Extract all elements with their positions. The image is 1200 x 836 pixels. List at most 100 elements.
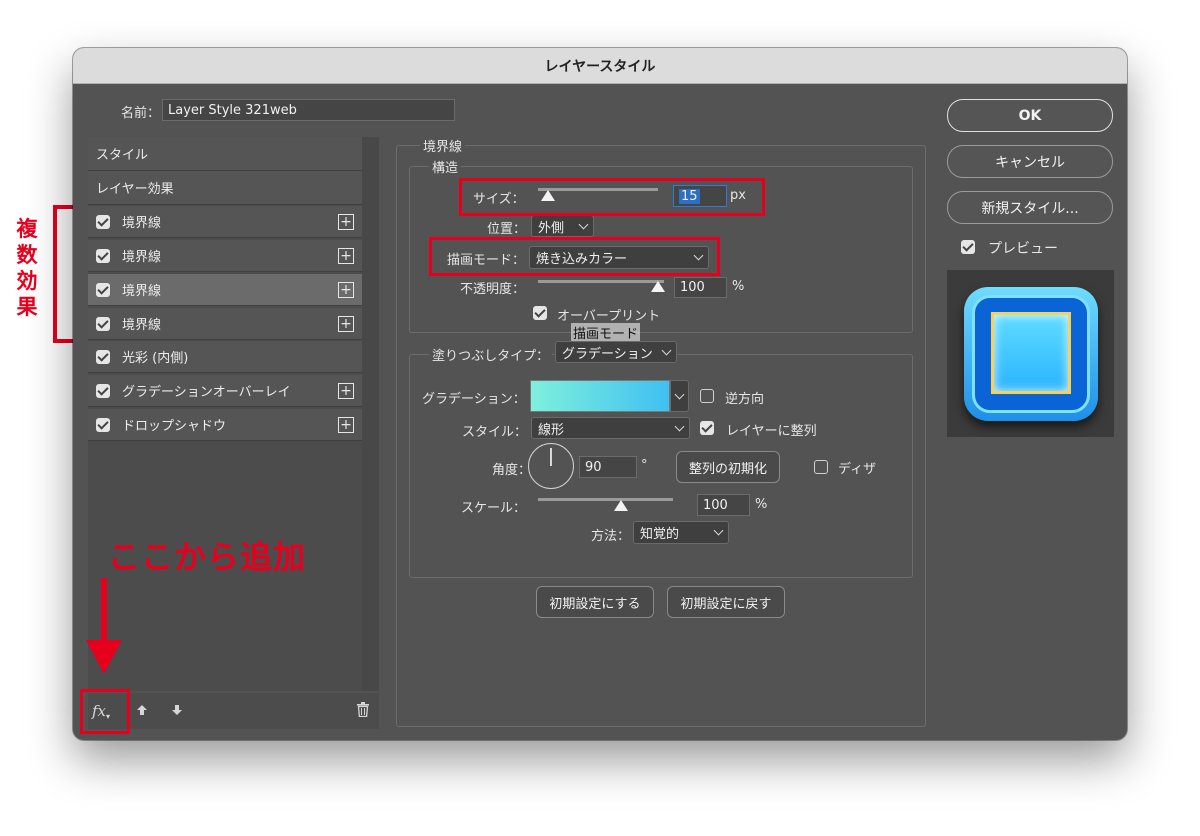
method-select[interactable]: 知覚的 xyxy=(633,521,729,544)
checkbox-icon[interactable] xyxy=(96,283,110,297)
angle-unit: ° xyxy=(641,458,648,473)
section-title: 境界線 xyxy=(420,136,466,155)
size-label: サイズ： xyxy=(473,192,525,207)
dither-checkbox[interactable] xyxy=(814,460,828,474)
styles-header[interactable]: スタイル xyxy=(88,137,362,171)
dither-label: ディザ xyxy=(838,462,877,477)
position-label: 位置： xyxy=(487,222,527,237)
list-item-stroke-1[interactable]: 境界線 + xyxy=(88,206,362,238)
list-item-stroke-2[interactable]: 境界線 + xyxy=(88,240,362,272)
angle-dial-needle xyxy=(550,448,552,466)
blend-mode-value: 焼き込みカラー xyxy=(536,252,628,267)
add-icon[interactable]: + xyxy=(338,383,354,399)
list-item-gradient-overlay[interactable]: グラデーションオーバーレイ + xyxy=(88,375,362,407)
scale-input[interactable]: 100 xyxy=(697,494,750,516)
list-item-inner-glow[interactable]: 光彩 (内側) xyxy=(88,341,362,373)
add-icon[interactable]: + xyxy=(338,282,354,298)
position-select[interactable]: 外側 xyxy=(531,215,594,237)
preview-label: プレビュー xyxy=(988,241,1058,257)
overprint-label: オーバープリント xyxy=(557,309,661,324)
opacity-label: 不透明度： xyxy=(460,282,526,297)
annotation-char: 効 xyxy=(16,269,38,293)
overprint-checkbox[interactable] xyxy=(533,306,547,320)
preview-mid-ring xyxy=(972,295,1090,413)
preview-thumbnail xyxy=(947,270,1114,437)
reset-default-button[interactable]: 初期設定に戻す xyxy=(667,586,785,618)
checkbox-icon[interactable] xyxy=(96,418,110,432)
effects-header-label: レイヤー効果 xyxy=(96,182,174,197)
angle-label: 角度： xyxy=(492,463,532,478)
styles-header-label: スタイル xyxy=(96,148,149,163)
checkbox-icon[interactable] xyxy=(96,384,110,398)
list-item-stroke-3-selected[interactable]: 境界線 + xyxy=(88,274,362,306)
style-label: スタイル： xyxy=(462,425,528,440)
style-value: 線形 xyxy=(538,422,565,438)
add-icon[interactable]: + xyxy=(338,248,354,264)
chevron-down-icon xyxy=(578,219,589,229)
make-default-button[interactable]: 初期設定にする xyxy=(536,586,654,618)
effects-header[interactable]: レイヤー効果 xyxy=(88,171,362,205)
list-scrollbar[interactable] xyxy=(362,137,379,691)
list-item-label: 境界線 xyxy=(122,250,162,265)
add-icon[interactable]: + xyxy=(338,316,354,332)
style-select[interactable]: 線形 xyxy=(531,417,690,439)
checkbox-icon[interactable] xyxy=(96,215,110,229)
annotation-arrow xyxy=(84,578,124,676)
size-value: 15 xyxy=(679,188,700,204)
ok-button[interactable]: OK xyxy=(947,99,1113,132)
size-input[interactable]: 15 xyxy=(673,185,727,207)
checkbox-icon[interactable] xyxy=(96,350,110,364)
opacity-slider-knob[interactable] xyxy=(651,281,665,292)
trash-icon[interactable] xyxy=(353,699,373,719)
cancel-button[interactable]: キャンセル xyxy=(947,145,1113,178)
list-item-label: 光彩 (内側) xyxy=(122,351,189,366)
styles-list: スタイル レイヤー効果 境界線 + 境界線 + 境界線 + 境界線 + 光彩 (… xyxy=(88,137,379,691)
gradient-swatch[interactable] xyxy=(530,380,670,412)
scale-label: スケール： xyxy=(461,501,527,516)
preview-checkbox[interactable] xyxy=(961,240,975,254)
list-item-label: グラデーションオーバーレイ xyxy=(122,385,291,400)
move-up-icon[interactable] xyxy=(132,700,152,720)
fx-icon[interactable]: fx ▾ xyxy=(87,698,115,724)
fill-type-label: 塗りつぶしタイプ： xyxy=(429,345,553,364)
reverse-checkbox[interactable] xyxy=(700,389,714,403)
annotation-add-here: ここから追加 xyxy=(108,538,307,576)
preview-outer-shape xyxy=(964,287,1098,421)
reset-alignment-button[interactable]: 整列の初期化 xyxy=(676,451,780,483)
position-value: 外側 xyxy=(538,220,565,236)
fill-type-value: グラデーション xyxy=(562,346,653,362)
angle-dial[interactable] xyxy=(528,443,574,489)
size-slider-knob[interactable] xyxy=(540,190,555,201)
opacity-slider-track[interactable] xyxy=(538,280,664,283)
gradient-dropdown[interactable] xyxy=(670,380,689,412)
blend-mode-select[interactable]: 焼き込みカラー xyxy=(529,246,709,269)
fx-label: fx xyxy=(91,702,106,720)
move-down-icon[interactable] xyxy=(167,700,187,720)
structure-title: 構造 xyxy=(429,157,462,176)
list-item-label: 境界線 xyxy=(122,284,162,299)
name-input[interactable]: Layer Style 321web xyxy=(162,99,455,121)
list-item-stroke-4[interactable]: 境界線 + xyxy=(88,308,362,340)
size-slider-track[interactable] xyxy=(538,188,658,191)
angle-input[interactable]: 90 xyxy=(579,456,637,478)
gradient-label: グラデーション： xyxy=(422,392,526,407)
fill-type-select[interactable]: グラデーション xyxy=(555,341,677,363)
scale-slider-track[interactable] xyxy=(538,498,673,501)
scale-slider-knob[interactable] xyxy=(614,500,628,511)
list-item-label: ドロップシャドウ xyxy=(122,419,227,434)
align-layer-label: レイヤーに整列 xyxy=(726,424,817,439)
opacity-input[interactable]: 100 xyxy=(674,277,727,298)
method-label: 方法： xyxy=(591,529,631,544)
checkbox-icon[interactable] xyxy=(96,249,110,263)
chevron-down-icon xyxy=(674,421,685,431)
add-icon[interactable]: + xyxy=(338,214,354,230)
add-icon[interactable]: + xyxy=(338,417,354,433)
checkbox-icon[interactable] xyxy=(96,317,110,331)
blend-mode-tooltip: 描画モード xyxy=(571,323,641,342)
align-layer-checkbox[interactable] xyxy=(700,421,714,435)
annotation-char: 複 xyxy=(16,217,38,241)
list-item-drop-shadow[interactable]: ドロップシャドウ + xyxy=(88,409,362,441)
new-style-button[interactable]: 新規スタイル... xyxy=(947,191,1113,224)
chevron-down-icon xyxy=(674,389,685,399)
preview-inner-square xyxy=(991,312,1071,394)
